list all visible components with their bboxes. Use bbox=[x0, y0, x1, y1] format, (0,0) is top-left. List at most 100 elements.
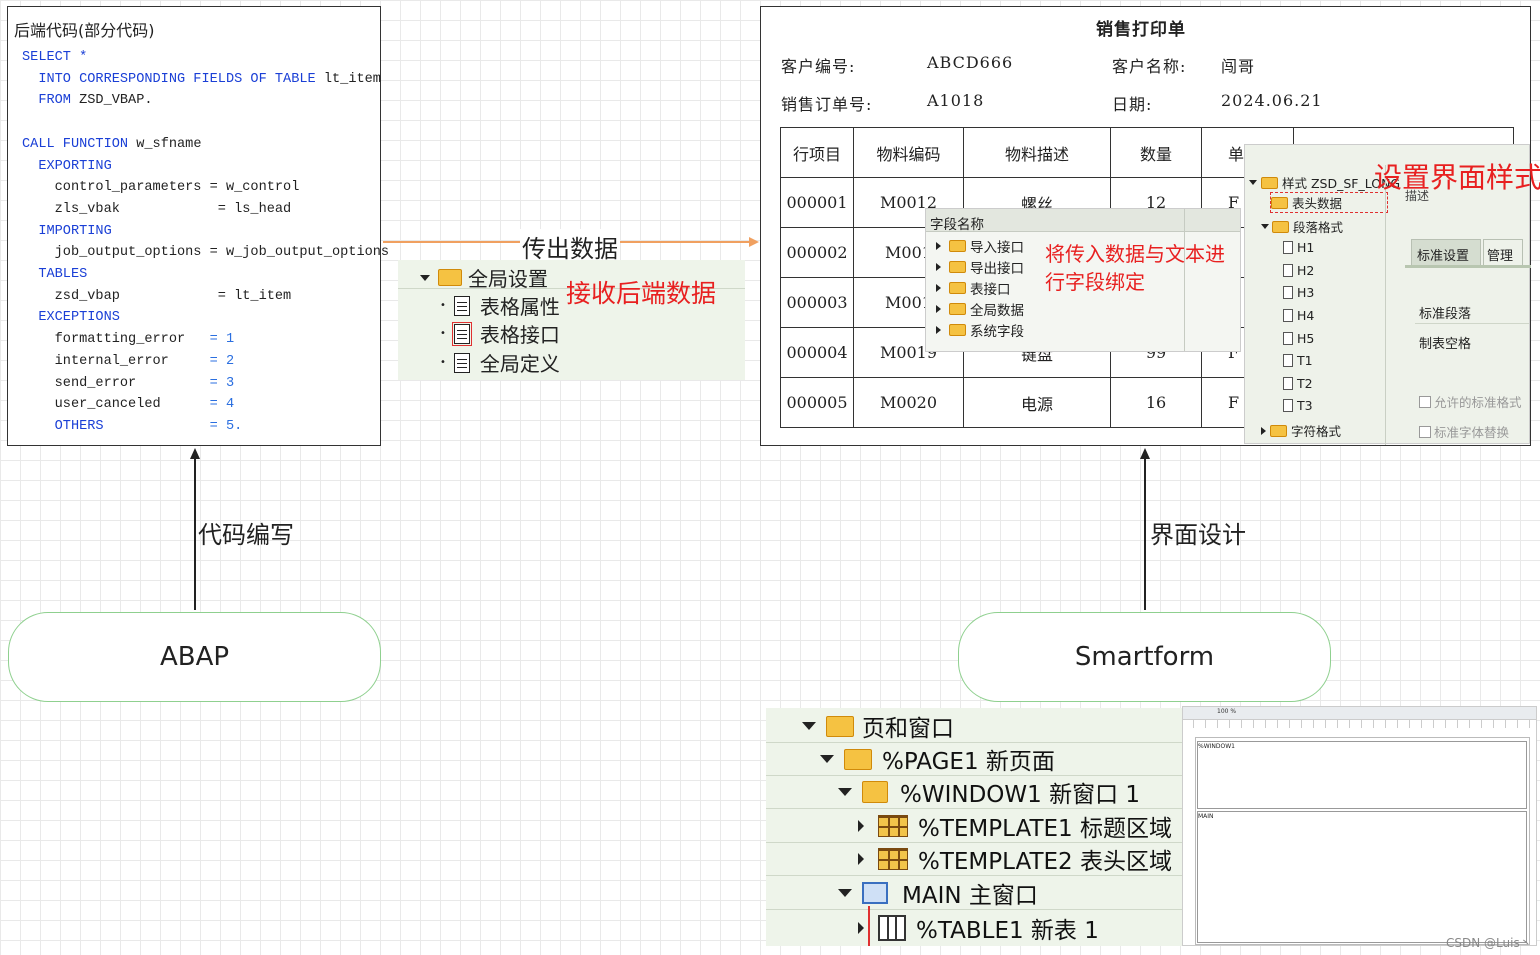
code-token: IMPORTING bbox=[22, 223, 112, 239]
code-token: = 4 bbox=[209, 397, 235, 413]
table-cell: 000004 bbox=[780, 327, 854, 378]
tree-node-global-definition[interactable]: • 全局定义 bbox=[440, 348, 560, 377]
set-style-annotation: 设置界面样式 bbox=[1374, 161, 1540, 194]
checkbox-icon[interactable] bbox=[1419, 395, 1431, 408]
paragraph-format-icon bbox=[1283, 264, 1293, 277]
main-window-icon bbox=[862, 882, 888, 904]
paragraph-h2[interactable]: H2 bbox=[1283, 263, 1314, 278]
font-substitution-checkbox[interactable]: 标准字体替换 bbox=[1419, 422, 1509, 441]
checkbox-icon[interactable] bbox=[1419, 425, 1431, 438]
date-value: 2024.06.21 bbox=[1221, 91, 1323, 110]
tree-node-window1[interactable]: %WINDOW1 新窗口 1 bbox=[766, 776, 1182, 809]
customer-no-label: 客户编号: bbox=[781, 57, 856, 76]
paragraph-label: T2 bbox=[1297, 376, 1313, 391]
preview-zoom[interactable]: 100 % bbox=[1217, 708, 1236, 715]
smartform-node[interactable]: Smartform bbox=[958, 612, 1331, 702]
folder-icon bbox=[949, 324, 966, 336]
abap-node[interactable]: ABAP bbox=[8, 612, 381, 702]
code-token: control_parameters = w_control bbox=[22, 180, 300, 196]
expand-right-icon[interactable] bbox=[858, 820, 864, 832]
paragraph-format-label: 段落格式 bbox=[1293, 220, 1344, 235]
paragraph-format-icon bbox=[1283, 241, 1293, 254]
paragraph-format-icon bbox=[1283, 354, 1293, 367]
header-cell: 物料编码 bbox=[853, 127, 964, 178]
code-token: CALL FUNCTION bbox=[22, 136, 129, 152]
field-item-import[interactable]: 导入接口 bbox=[936, 236, 1024, 256]
code-line: SELECT * bbox=[22, 50, 87, 65]
paragraph-label: H5 bbox=[1297, 331, 1315, 346]
style-char-format-node[interactable]: 字符格式 bbox=[1261, 421, 1341, 440]
table-cell: 000001 bbox=[780, 177, 854, 228]
expand-right-icon[interactable] bbox=[936, 284, 941, 292]
paragraph-h3[interactable]: H3 bbox=[1283, 285, 1314, 300]
checkbox-label: 允许的标准格式 bbox=[1434, 395, 1522, 410]
tree-node-template1[interactable]: %TEMPLATE1 标题区域 bbox=[766, 810, 1182, 843]
allowed-standard-format-checkbox[interactable]: 允许的标准格式 bbox=[1419, 392, 1522, 411]
tree-node-table-attributes[interactable]: • 表格属性 bbox=[440, 291, 560, 320]
expand-down-icon[interactable] bbox=[1261, 224, 1269, 229]
expand-down-icon[interactable] bbox=[420, 274, 430, 281]
code-token: user_canceled bbox=[22, 397, 210, 413]
option-divider bbox=[1415, 323, 1529, 324]
expand-down-icon[interactable] bbox=[1249, 180, 1257, 185]
style-header-data-node[interactable]: 表头数据 bbox=[1270, 192, 1388, 213]
checkbox-label: 标准字体替换 bbox=[1434, 425, 1510, 440]
paragraph-t1[interactable]: T1 bbox=[1283, 353, 1313, 368]
field-item-label: 导出接口 bbox=[970, 261, 1024, 277]
ui-design-label: 界面设计 bbox=[1150, 521, 1246, 549]
paragraph-format-icon bbox=[1283, 286, 1293, 299]
standard-paragraph-label: 标准段落 bbox=[1419, 307, 1472, 322]
folder-icon bbox=[949, 303, 966, 315]
folder-open-icon bbox=[1272, 220, 1289, 233]
style-paragraph-node[interactable]: 段落格式 bbox=[1261, 217, 1343, 236]
table-cell: 16 bbox=[1110, 377, 1202, 428]
field-item-export[interactable]: 导出接口 bbox=[936, 257, 1024, 277]
field-item-global-data[interactable]: 全局数据 bbox=[936, 299, 1024, 319]
preview-window1 bbox=[1197, 741, 1527, 809]
paragraph-h1[interactable]: H1 bbox=[1283, 240, 1314, 255]
expand-down-icon[interactable] bbox=[820, 755, 834, 763]
tree-node-table1[interactable]: %TABLE1 新表 1 bbox=[766, 911, 1182, 944]
expand-right-icon[interactable] bbox=[936, 326, 941, 334]
expand-down-icon[interactable] bbox=[838, 788, 852, 796]
page1-label: %PAGE1 新页面 bbox=[882, 749, 1055, 775]
expand-right-icon[interactable] bbox=[858, 853, 864, 865]
code-writing-connector bbox=[194, 458, 196, 610]
expand-down-icon[interactable] bbox=[838, 889, 852, 897]
expand-right-icon[interactable] bbox=[1261, 426, 1266, 435]
code-line: control_parameters = w_control bbox=[22, 180, 300, 196]
expand-right-icon[interactable] bbox=[858, 921, 864, 934]
paragraph-h4[interactable]: H4 bbox=[1283, 308, 1314, 323]
paragraph-h5[interactable]: H5 bbox=[1283, 331, 1314, 346]
global-definition-label: 全局定义 bbox=[479, 352, 560, 376]
paragraph-t3[interactable]: T3 bbox=[1283, 398, 1313, 413]
abap-code: SELECT * INTO CORRESPONDING FIELDS OF TA… bbox=[22, 47, 389, 438]
preview-main-window bbox=[1197, 811, 1527, 943]
field-item-system-fields[interactable]: 系统字段 bbox=[936, 320, 1024, 340]
paragraph-label: H1 bbox=[1297, 240, 1315, 255]
tree-node-table-interface[interactable]: • 表格接口 bbox=[440, 319, 560, 348]
tree-node-pages-windows[interactable]: 页和窗口 bbox=[766, 710, 1182, 743]
code-line: job_output_options = w_job_output_option… bbox=[22, 245, 389, 260]
header-cell: 行项目 bbox=[780, 127, 854, 178]
paragraph-t2[interactable]: T2 bbox=[1283, 376, 1313, 391]
code-token: FROM bbox=[22, 93, 71, 109]
main-window-label: MAIN 主窗口 bbox=[902, 883, 1038, 909]
field-item-table-interface[interactable]: 表接口 bbox=[936, 278, 1011, 298]
folder-icon bbox=[1270, 424, 1287, 437]
paragraph-label: T3 bbox=[1297, 398, 1313, 413]
tree-node-template2[interactable]: %TEMPLATE2 表头区域 bbox=[766, 843, 1182, 876]
code-line: internal_error = 2 bbox=[22, 354, 234, 369]
expand-down-icon[interactable] bbox=[802, 722, 816, 730]
tree-node-page1[interactable]: %PAGE1 新页面 bbox=[766, 743, 1182, 776]
expand-right-icon[interactable] bbox=[936, 305, 941, 313]
code-line: EXCEPTIONS bbox=[22, 310, 120, 325]
expand-right-icon[interactable] bbox=[936, 263, 941, 271]
customer-name-value: 闯哥 bbox=[1221, 57, 1256, 76]
layout-preview: 100 % %WINDOW1 MAIN bbox=[1182, 706, 1537, 946]
code-token: = 5. bbox=[209, 418, 243, 434]
table-attributes-label: 表格属性 bbox=[479, 295, 560, 319]
expand-right-icon[interactable] bbox=[936, 242, 941, 250]
tree-node-main[interactable]: MAIN 主窗口 bbox=[766, 877, 1182, 910]
code-panel-title: 后端代码(部分代码) bbox=[14, 21, 155, 40]
